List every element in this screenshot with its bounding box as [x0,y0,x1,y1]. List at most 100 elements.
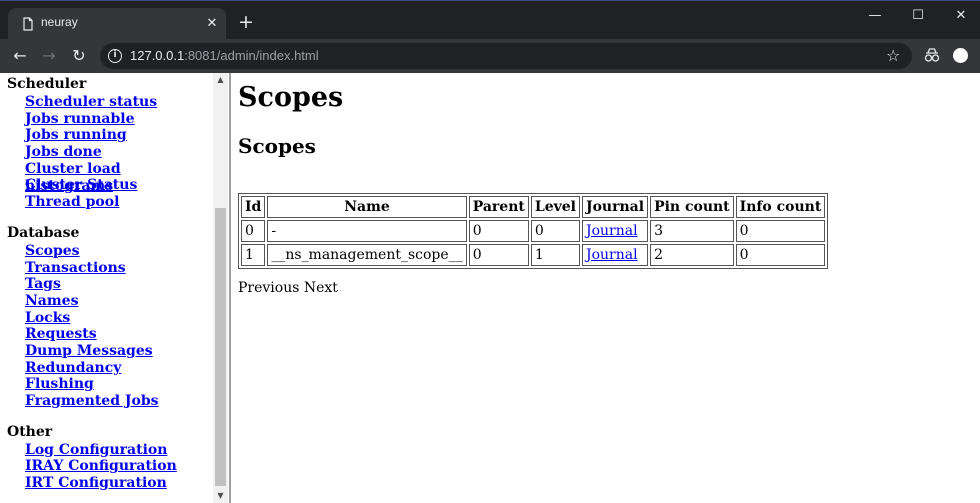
list-item: Jobs runnable [25,110,212,127]
browser-tab[interactable]: neuray ✕ [8,8,226,40]
table-cell-name: - [267,220,467,242]
profile-icon[interactable] [953,48,968,63]
table-row: 0-0 0 Journal 3 0 [241,220,826,242]
table-cell-journal: Journal [581,220,649,242]
sidebar-link-requests[interactable]: Requests [25,326,97,342]
sidebar-section-scheduler: Scheduler [7,76,87,92]
url-text[interactable]: 127.0.0.1:8081/admin/index.html [130,48,319,63]
column-header-name: Name [267,196,467,218]
list-item: Names [25,292,212,309]
sidebar-link-jobs-running[interactable]: Jobs running [25,127,127,143]
frame-divider[interactable] [229,73,231,503]
table-cell-name: __ns_management_scope__ [267,244,467,266]
sidebar-link-iray-configuration[interactable]: IRAY Configuration [25,458,177,474]
journal-link[interactable]: Journal [586,223,638,239]
sidebar-link-transactions[interactable]: Transactions [25,260,126,276]
new-tab-button[interactable]: + [238,13,254,32]
maximize-button[interactable]: ☐ [906,6,930,26]
next-link[interactable]: Next [304,280,338,296]
column-header-info-count: Info count [735,196,826,218]
list-item: IRT Configuration [25,474,212,491]
main-frame: Scopes Scopes Id Name Parent Level Journal Pi… [238,73,980,503]
table-cell-pin-count: 3 [650,220,734,242]
scopes-table: Id Name Parent Level Journal Pin count Info co… [238,193,829,269]
list-item: Jobs done [25,143,212,160]
sidebar-link-cluster-status[interactable]: Cluster Status [25,177,137,193]
list-item: Log Configuration [25,441,212,458]
sidebar-link-log-configuration[interactable]: Log Configuration [25,442,167,458]
list-item: Requests [25,325,212,342]
address-bar[interactable]: i 127.0.0.1:8081/admin/index.html ☆ [100,43,912,69]
sidebar-list-database: Scopes Transactions Tags Names Locks Requests… [25,242,212,409]
list-item: Cluster load histograms [25,160,212,195]
scroll-thumb[interactable] [215,208,226,486]
list-item: Flushing [25,375,212,392]
back-arrow-icon[interactable]: ← [11,47,29,65]
list-item: Transactions [25,259,212,276]
extension-icon[interactable] [924,47,940,63]
browser-titlebar: neuray ✕ + — ☐ ✕ [0,0,980,40]
column-header-id: Id [241,196,266,218]
sidebar-link-tags[interactable]: Tags [25,276,61,292]
sidebar-scrollbar[interactable]: ▲ ▼ [213,73,228,503]
list-item: Fragmented Jobs [25,392,212,409]
list-item: Scopes [25,242,212,259]
table-cell-info-count: 0 [735,220,826,242]
pager: Previous Next [238,280,338,296]
previous-link[interactable]: Previous [238,280,299,296]
list-item: Tags [25,275,212,292]
table-header-row: Id Name Parent Level Journal Pin count Info co… [241,196,826,218]
tab-close-icon[interactable]: ✕ [205,17,219,31]
sidebar-link-irt-configuration[interactable]: IRT Configuration [25,475,167,491]
table-cell-parent: 0 [468,244,529,266]
column-header-pin-count: Pin count [650,196,734,218]
list-item: Locks [25,309,212,326]
sidebar-list-other: Log Configuration IRAY Configuration IRT C… [25,441,212,491]
table-cell-info-count: 0 [735,244,826,266]
sidebar-link-names[interactable]: Names [25,293,78,309]
sidebar-link-thread-pool[interactable]: Thread pool [25,194,119,210]
forward-arrow-icon[interactable]: → [40,47,58,65]
column-header-journal: Journal [581,196,649,218]
table-row: 1 __ns_management_scope__ 0 1 Journal 2 0 [241,244,826,266]
sidebar-link-dump-messages[interactable]: Dump Messages [25,343,153,359]
sidebar-list-scheduler: Scheduler status Jobs runnable Jobs runnin… [25,93,212,210]
sidebar-link-redundancy[interactable]: Redundancy [25,360,121,376]
sidebar-section-other: Other [7,423,53,440]
list-item: IRAY Configuration [25,457,212,474]
scroll-down-arrow-icon[interactable]: ▼ [213,489,228,503]
sidebar-nav: Scheduler Scheduler status Jobs runnable Jo… [7,76,212,491]
close-window-button[interactable]: ✕ [949,6,973,26]
sidebar-frame: Scheduler Scheduler status Jobs runnable Jo… [0,73,229,503]
sidebar-link-jobs-runnable[interactable]: Jobs runnable [25,111,135,127]
sidebar-link-fragmented-jobs[interactable]: Fragmented Jobs [25,393,159,409]
browser-toolbar: ← → ↻ i 127.0.0.1:8081/admin/index.html … [0,39,980,73]
info-icon[interactable]: i [108,49,122,63]
star-icon[interactable]: ☆ [886,46,900,65]
sidebar-link-scheduler-status[interactable]: Scheduler status [25,94,157,110]
journal-link[interactable]: Journal [586,247,638,263]
reload-icon[interactable]: ↻ [70,47,88,65]
list-item: Jobs running [25,126,212,143]
table-cell-id: 1 [241,244,266,266]
sidebar-section-database: Database [7,224,80,241]
sidebar-link-flushing[interactable]: Flushing [25,376,94,392]
list-item: Cluster Status [25,176,212,193]
list-item: Redundancy [25,359,212,376]
list-item: Thread pool [25,193,212,210]
table-cell-level: 0 [530,220,580,242]
minimize-button[interactable]: — [863,6,887,26]
page-icon [23,17,33,31]
page-title: Scopes [238,82,344,113]
table-cell-level: 1 [530,244,580,266]
sidebar-link-jobs-done[interactable]: Jobs done [25,144,102,160]
table-body: 0-0 0 Journal 3 0 1 __ns_management_scope__ 0 1 J… [241,220,826,266]
section-heading: Scopes [238,134,316,158]
list-item: Scheduler status [25,93,212,110]
sidebar-link-scopes[interactable]: Scopes [25,243,80,259]
scroll-up-arrow-icon[interactable]: ▲ [213,73,228,87]
sidebar-link-locks[interactable]: Locks [25,310,70,326]
tab-title: neuray [41,15,78,29]
table-cell-id: 0 [241,220,266,242]
